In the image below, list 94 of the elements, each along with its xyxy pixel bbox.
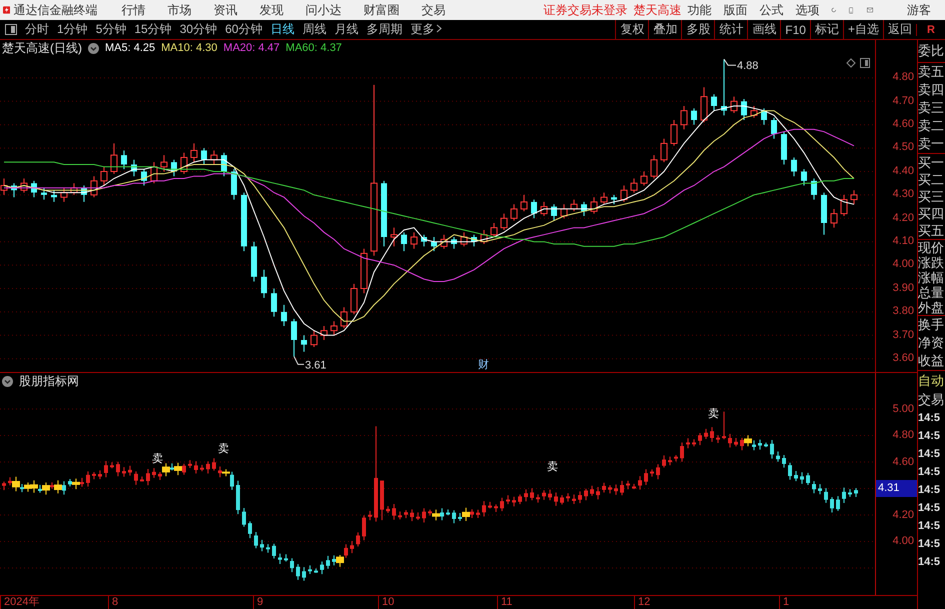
indicator-axis-label: 4.00 xyxy=(892,534,915,550)
ma-value: MA5: 4.25 xyxy=(105,42,156,54)
menu-item[interactable]: 功能 xyxy=(687,2,712,18)
quote-field-label: 换手 xyxy=(918,316,945,334)
period-tab[interactable]: 更多 xyxy=(410,21,442,38)
price-axis-label: 4.50 xyxy=(892,140,915,156)
trade-time: 14:5 xyxy=(918,555,942,570)
time-axis-label: 2024年 xyxy=(0,596,40,609)
price-axis-label: 4.00 xyxy=(892,257,915,272)
period-tab[interactable]: 日线 xyxy=(270,21,294,38)
quote-field-label: 买三 xyxy=(918,188,945,205)
price-axis-label: 4.40 xyxy=(892,164,915,179)
quote-field-label: 卖一 xyxy=(918,135,945,153)
time-axis-label: 11 xyxy=(497,596,512,609)
menu-item[interactable]: 交易 xyxy=(421,2,446,18)
indicator-axis-label: 5.00 xyxy=(892,402,915,417)
sell-signal: 卖 xyxy=(708,408,719,420)
menu-item[interactable]: 发现 xyxy=(259,2,284,18)
user-label[interactable]: 游客 xyxy=(907,2,931,18)
sell-signal: 卖 xyxy=(547,461,558,473)
trade-time: 14:5 xyxy=(918,483,942,498)
quote-field-label: 总量 xyxy=(918,285,945,300)
menu-item[interactable]: 问小达 xyxy=(305,2,342,18)
menu-item[interactable]: 版面 xyxy=(723,2,748,18)
time-axis-label: 9 xyxy=(253,596,264,609)
current-value-label: 4.31 xyxy=(876,480,917,497)
trade-time: 14:5 xyxy=(918,465,942,480)
indicator-title: 股朋指标网 xyxy=(19,372,79,390)
corner-label: R xyxy=(916,24,945,36)
period-tab[interactable]: 30分钟 xyxy=(180,21,218,38)
quote-field-label: 收益 xyxy=(918,352,945,370)
auto-label[interactable]: 自动 xyxy=(918,371,945,391)
sell-signal: 卖 xyxy=(218,443,229,455)
quote-field-label: 卖四 xyxy=(918,81,945,99)
period-tab[interactable]: 分时 xyxy=(25,21,49,38)
quote-field-label: 涨幅 xyxy=(918,270,945,285)
trade-time: 14:5 xyxy=(918,537,942,552)
period-tab[interactable]: 1分钟 xyxy=(57,21,88,38)
quote-field-label: 委比 xyxy=(918,42,945,60)
quote-field-label: 买一 xyxy=(918,154,945,171)
price-axis-label: 4.80 xyxy=(892,70,915,86)
menu-item[interactable]: 行情 xyxy=(121,2,146,18)
app-name: 通达信金融终端 xyxy=(13,2,98,18)
indicator-axis-label: 4.80 xyxy=(892,428,915,444)
quote-field-label: 买五 xyxy=(918,222,945,239)
trade-time: 14:5 xyxy=(918,501,942,516)
quote-field-label: 外盘 xyxy=(918,300,945,315)
chart-title: 楚天高速(日线) xyxy=(2,40,82,56)
price-axis-label: 3.80 xyxy=(892,304,915,320)
quote-field-label: 卖二 xyxy=(918,117,945,135)
menu-item[interactable]: 公式 xyxy=(759,2,784,18)
ma-value: MA60: 4.37 xyxy=(286,42,342,54)
price-axis-label: 4.60 xyxy=(892,117,915,132)
event-marker[interactable]: 财 xyxy=(478,359,489,371)
period-tab[interactable]: 15分钟 xyxy=(134,21,172,38)
quote-field-label: 买四 xyxy=(918,205,945,222)
time-axis-label: 8 xyxy=(108,596,118,609)
menu-item[interactable]: 市场 xyxy=(167,2,192,18)
menu-item[interactable]: 选项 xyxy=(795,2,820,18)
status-notice: 证券交易未登录 xyxy=(543,2,628,18)
time-axis-label: 1 xyxy=(779,596,790,609)
quote-field-label: 卖三 xyxy=(918,99,945,117)
ma-value: MA10: 4.30 xyxy=(161,42,218,54)
ma-value: MA20: 4.47 xyxy=(223,42,280,54)
indicator-axis-label: 4.20 xyxy=(892,508,915,523)
trade-time: 14:5 xyxy=(918,447,942,462)
menu-item[interactable]: 资讯 xyxy=(213,2,238,18)
trade-time: 14:5 xyxy=(918,429,942,444)
period-tab[interactable]: 周线 xyxy=(302,21,326,38)
time-axis-label: 10 xyxy=(378,596,394,609)
price-axis-label: 4.20 xyxy=(892,210,915,226)
price-axis-label: 4.70 xyxy=(892,94,915,109)
period-tab[interactable]: 60分钟 xyxy=(225,21,262,38)
trade-time: 14:5 xyxy=(918,411,942,426)
price-axis-label: 3.70 xyxy=(892,328,915,343)
status-notice: 楚天高速 xyxy=(633,2,682,18)
price-axis-label: 4.10 xyxy=(892,234,915,250)
trade-label: 交易 xyxy=(918,391,945,409)
time-axis-label: 12 xyxy=(634,596,650,609)
period-tab[interactable]: 月线 xyxy=(334,21,358,38)
period-tab[interactable]: 5分钟 xyxy=(96,21,126,38)
trade-time: 14:5 xyxy=(918,519,942,534)
quote-field-label: 涨跌 xyxy=(918,255,945,270)
sell-signal: 卖 xyxy=(152,453,163,465)
quote-field-label: 买二 xyxy=(918,171,945,188)
quote-field-label: 净资 xyxy=(918,334,945,352)
price-axis-label: 4.30 xyxy=(892,187,915,202)
price-axis-label: 3.90 xyxy=(892,280,915,296)
period-tab[interactable]: 多周期 xyxy=(366,21,402,38)
menu-item[interactable]: 财富圈 xyxy=(363,2,400,18)
price-axis-label: 3.60 xyxy=(892,350,915,366)
quote-field-label: 卖五 xyxy=(918,63,945,81)
quote-field-label: 现价 xyxy=(918,240,945,255)
indicator-axis-label: 4.60 xyxy=(892,454,915,470)
